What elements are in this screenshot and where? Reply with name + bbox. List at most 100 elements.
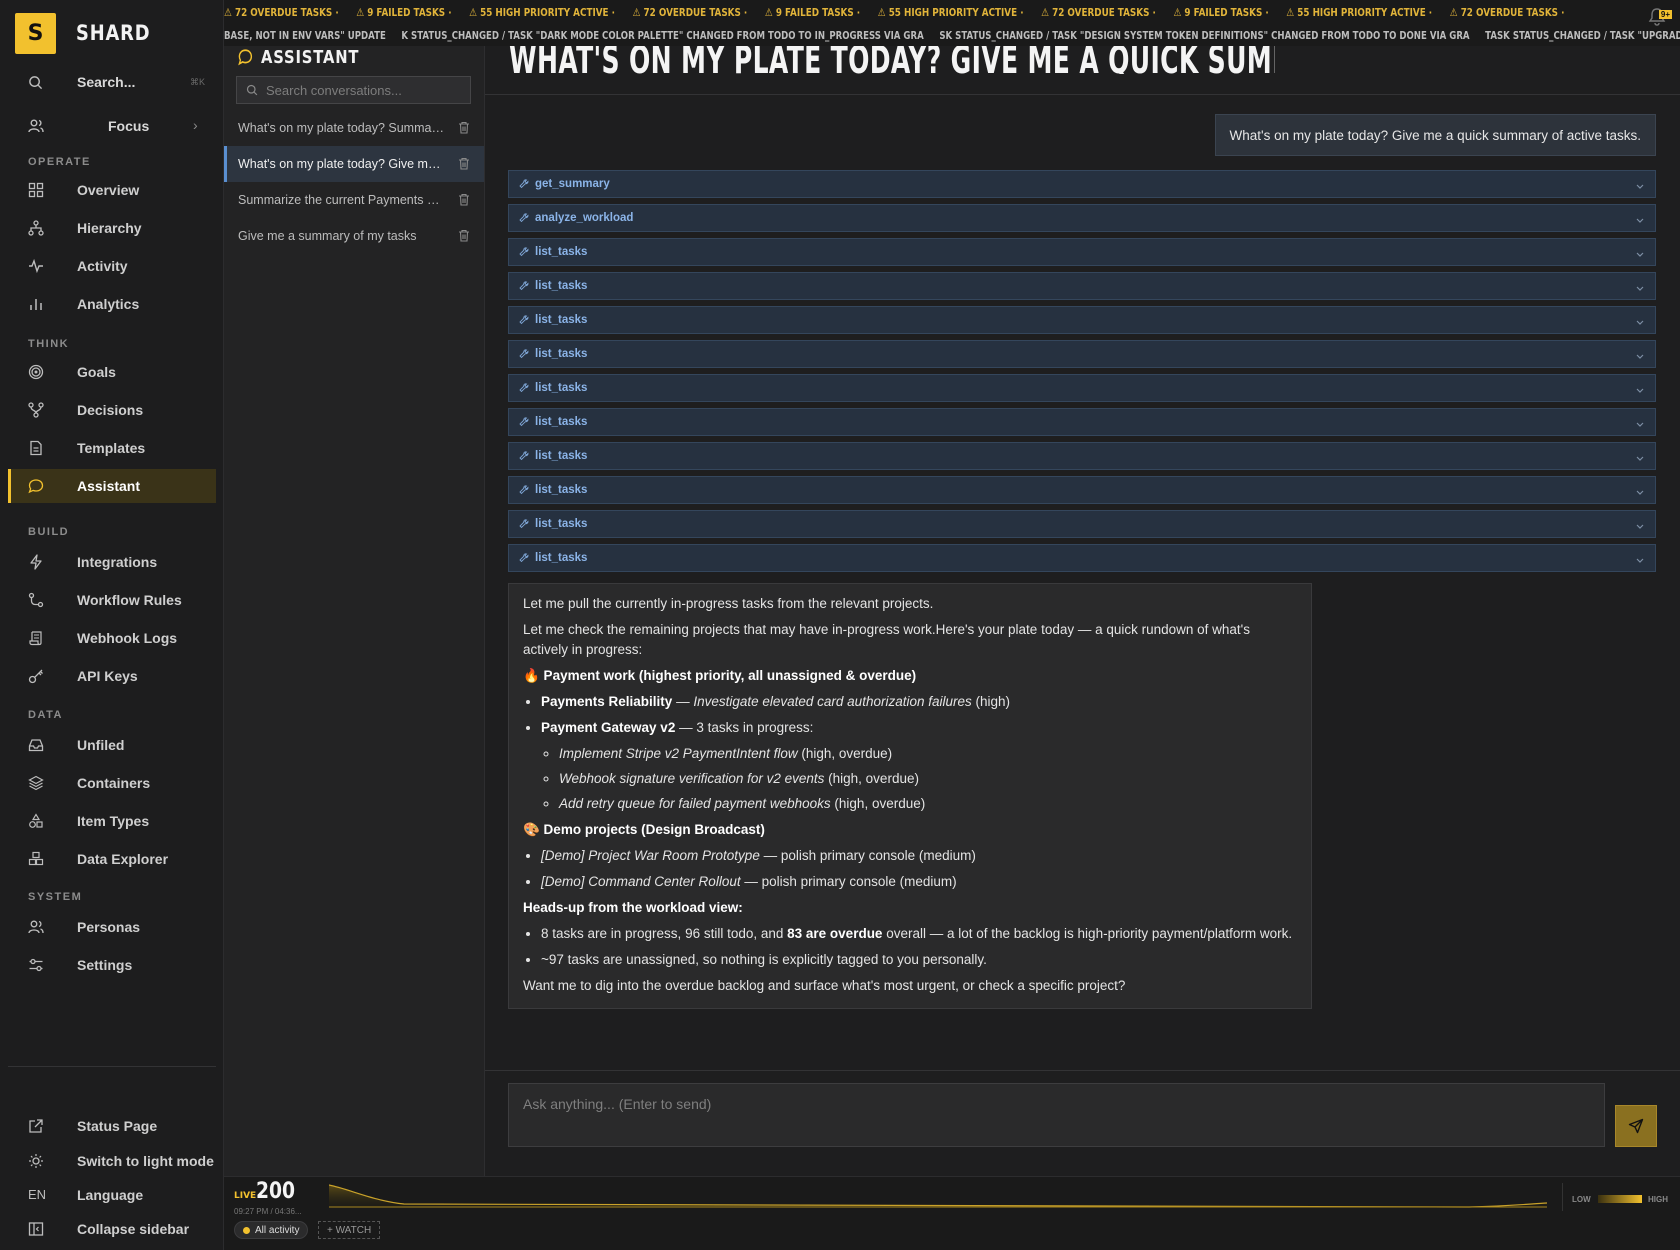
- tool-call-name: list_tasks: [535, 280, 588, 292]
- tool-call-row[interactable]: list_tasks: [508, 408, 1656, 436]
- ticker-alert[interactable]: ⚠ 72 OVERDUE TASKS ·: [224, 6, 339, 19]
- focus-selector[interactable]: Focus ›: [0, 114, 224, 138]
- conversation-item[interactable]: What's on my plate today? Summarize acti…: [224, 110, 484, 146]
- legend-gradient: [1598, 1195, 1642, 1203]
- message-input[interactable]: [509, 1084, 1604, 1146]
- grid-icon: [28, 182, 44, 198]
- tool-call-row[interactable]: list_tasks: [508, 544, 1656, 572]
- nav-label: Item Types: [77, 813, 150, 829]
- watch-button[interactable]: + WATCH: [318, 1221, 381, 1239]
- users-icon: [28, 919, 44, 935]
- nav-goals[interactable]: Goals: [8, 355, 216, 389]
- nav-integrations[interactable]: Integrations: [8, 545, 216, 579]
- nav-language[interactable]: EN Language: [8, 1178, 216, 1212]
- sidebar-search[interactable]: Search... ⌘K: [0, 70, 224, 94]
- conversation-item[interactable]: Give me a summary of my tasks: [224, 218, 484, 254]
- list-item: ~97 tasks are unassigned, so nothing is …: [541, 950, 1297, 970]
- ticker-event[interactable]: TASK STATUS_CHANGED / TASK "UPGRADE TO N…: [1485, 29, 1680, 42]
- brand-logo: S: [15, 12, 56, 54]
- ticker-alert[interactable]: ⚠ 9 FAILED TASKS ·: [765, 6, 860, 19]
- trash-icon[interactable]: [458, 121, 470, 139]
- nav-settings[interactable]: Settings: [8, 948, 216, 982]
- ticker-alerts: ⚠ 72 OVERDUE TASKS · ⚠ 9 FAILED TASKS · …: [224, 0, 1564, 24]
- brand[interactable]: S SHARD: [0, 0, 223, 66]
- tool-call-row[interactable]: list_tasks: [508, 306, 1656, 334]
- conversation-item-title: Give me a summary of my tasks: [238, 229, 417, 243]
- nav-decisions[interactable]: Decisions: [8, 393, 216, 427]
- nav-collapse-sidebar[interactable]: Collapse sidebar: [8, 1212, 216, 1246]
- nav-theme-toggle[interactable]: Switch to light mode: [8, 1144, 216, 1178]
- list-item: Payment Gateway v2 — 3 tasks in progress…: [541, 718, 1297, 814]
- ticker-alert[interactable]: ⚠ 55 HIGH PRIORITY ACTIVE ·: [1286, 6, 1432, 19]
- all-activity-chip[interactable]: All activity: [234, 1221, 309, 1239]
- wrench-icon: [519, 179, 529, 189]
- nav-hierarchy[interactable]: Hierarchy: [8, 211, 216, 245]
- ticker-alert[interactable]: ⚠ 55 HIGH PRIORITY ACTIVE ·: [878, 6, 1024, 19]
- section-data: DATA: [28, 709, 63, 721]
- send-button[interactable]: [1615, 1105, 1657, 1147]
- chevron-down-icon: [1635, 416, 1645, 434]
- tool-call-row[interactable]: list_tasks: [508, 476, 1656, 504]
- wrench-icon: [519, 451, 529, 461]
- tool-call-row[interactable]: analyze_workload: [508, 204, 1656, 232]
- nav-item-types[interactable]: Item Types: [8, 804, 216, 838]
- activity-sparkline: [329, 1184, 1547, 1208]
- tool-call-row[interactable]: list_tasks: [508, 272, 1656, 300]
- nav-api-keys[interactable]: API Keys: [8, 659, 216, 693]
- nav-workflow-rules[interactable]: Workflow Rules: [8, 583, 216, 617]
- ticker-alert[interactable]: ⚠ 9 FAILED TASKS ·: [1173, 6, 1268, 19]
- nav-containers[interactable]: Containers: [8, 766, 216, 800]
- ticker-event[interactable]: SK STATUS_CHANGED / TASK "DESIGN SYSTEM …: [939, 29, 1469, 42]
- nav-label: Status Page: [77, 1118, 158, 1134]
- nav-templates[interactable]: Templates: [8, 431, 216, 465]
- layers-icon: [28, 775, 44, 791]
- wrench-icon: [519, 417, 529, 427]
- ticker-alert[interactable]: ⚠ 9 FAILED TASKS ·: [356, 6, 451, 19]
- ticker-event[interactable]: K STATUS_CHANGED / TASK "DARK MODE COLOR…: [401, 29, 923, 42]
- tool-call-row[interactable]: list_tasks: [508, 340, 1656, 368]
- nav-status-page[interactable]: Status Page: [8, 1109, 216, 1143]
- nav-unfiled[interactable]: Unfiled: [8, 728, 216, 762]
- tool-call-name: list_tasks: [535, 552, 588, 564]
- ticker-alert[interactable]: ⚠ 55 HIGH PRIORITY ACTIVE ·: [469, 6, 615, 19]
- nav-label: Collapse sidebar: [77, 1221, 190, 1237]
- tool-call-row[interactable]: list_tasks: [508, 374, 1656, 402]
- nav-analytics[interactable]: Analytics: [8, 287, 216, 321]
- conversations-title: ASSISTANT: [238, 46, 359, 68]
- tool-call-row[interactable]: list_tasks: [508, 442, 1656, 470]
- conversation-item[interactable]: Summarize the current Payments project: [224, 182, 484, 218]
- sliders-icon: [28, 957, 44, 973]
- conversation-item[interactable]: What's on my plate today? Give me a quic…: [224, 146, 484, 182]
- nav-label: Data Explorer: [77, 851, 169, 867]
- nav-label: Analytics: [77, 296, 140, 312]
- ticker-event[interactable]: BASE, NOT IN ENV VARS" UPDATE: [224, 29, 386, 42]
- chevron-down-icon: [1635, 382, 1645, 400]
- tool-call-name: list_tasks: [535, 518, 588, 530]
- ticker-alert[interactable]: ⚠ 72 OVERDUE TASKS ·: [1450, 6, 1565, 19]
- trash-icon[interactable]: [458, 157, 470, 175]
- conversation-search-input[interactable]: [266, 82, 466, 98]
- tool-call-name: list_tasks: [535, 484, 588, 496]
- tool-call-row[interactable]: get_summary: [508, 170, 1656, 198]
- response-heading: 🔥 Payment work (highest priority, all un…: [523, 668, 917, 683]
- nav-overview[interactable]: Overview: [8, 173, 216, 207]
- nav-webhook-logs[interactable]: Webhook Logs: [8, 621, 216, 655]
- nav-activity[interactable]: Activity: [8, 249, 216, 283]
- nav-assistant[interactable]: Assistant: [8, 469, 216, 503]
- conversation-search[interactable]: [236, 76, 471, 104]
- nav-personas[interactable]: Personas: [8, 910, 216, 944]
- tool-call-row[interactable]: list_tasks: [508, 510, 1656, 538]
- tool-call-row[interactable]: list_tasks: [508, 238, 1656, 266]
- ticker-alert[interactable]: ⚠ 72 OVERDUE TASKS ·: [633, 6, 748, 19]
- notification-badge: 9+: [1658, 10, 1672, 19]
- message-composer[interactable]: [508, 1083, 1605, 1147]
- nav-data-explorer[interactable]: Data Explorer: [8, 842, 216, 876]
- trash-icon[interactable]: [458, 193, 470, 211]
- tool-call-name: list_tasks: [535, 348, 588, 360]
- wrench-icon: [519, 315, 529, 325]
- wrench-icon: [519, 485, 529, 495]
- tool-call-name: list_tasks: [535, 450, 588, 462]
- trash-icon[interactable]: [458, 229, 470, 247]
- ticker-alert[interactable]: ⚠ 72 OVERDUE TASKS ·: [1041, 6, 1156, 19]
- response-heading: Heads-up from the workload view:: [523, 900, 743, 915]
